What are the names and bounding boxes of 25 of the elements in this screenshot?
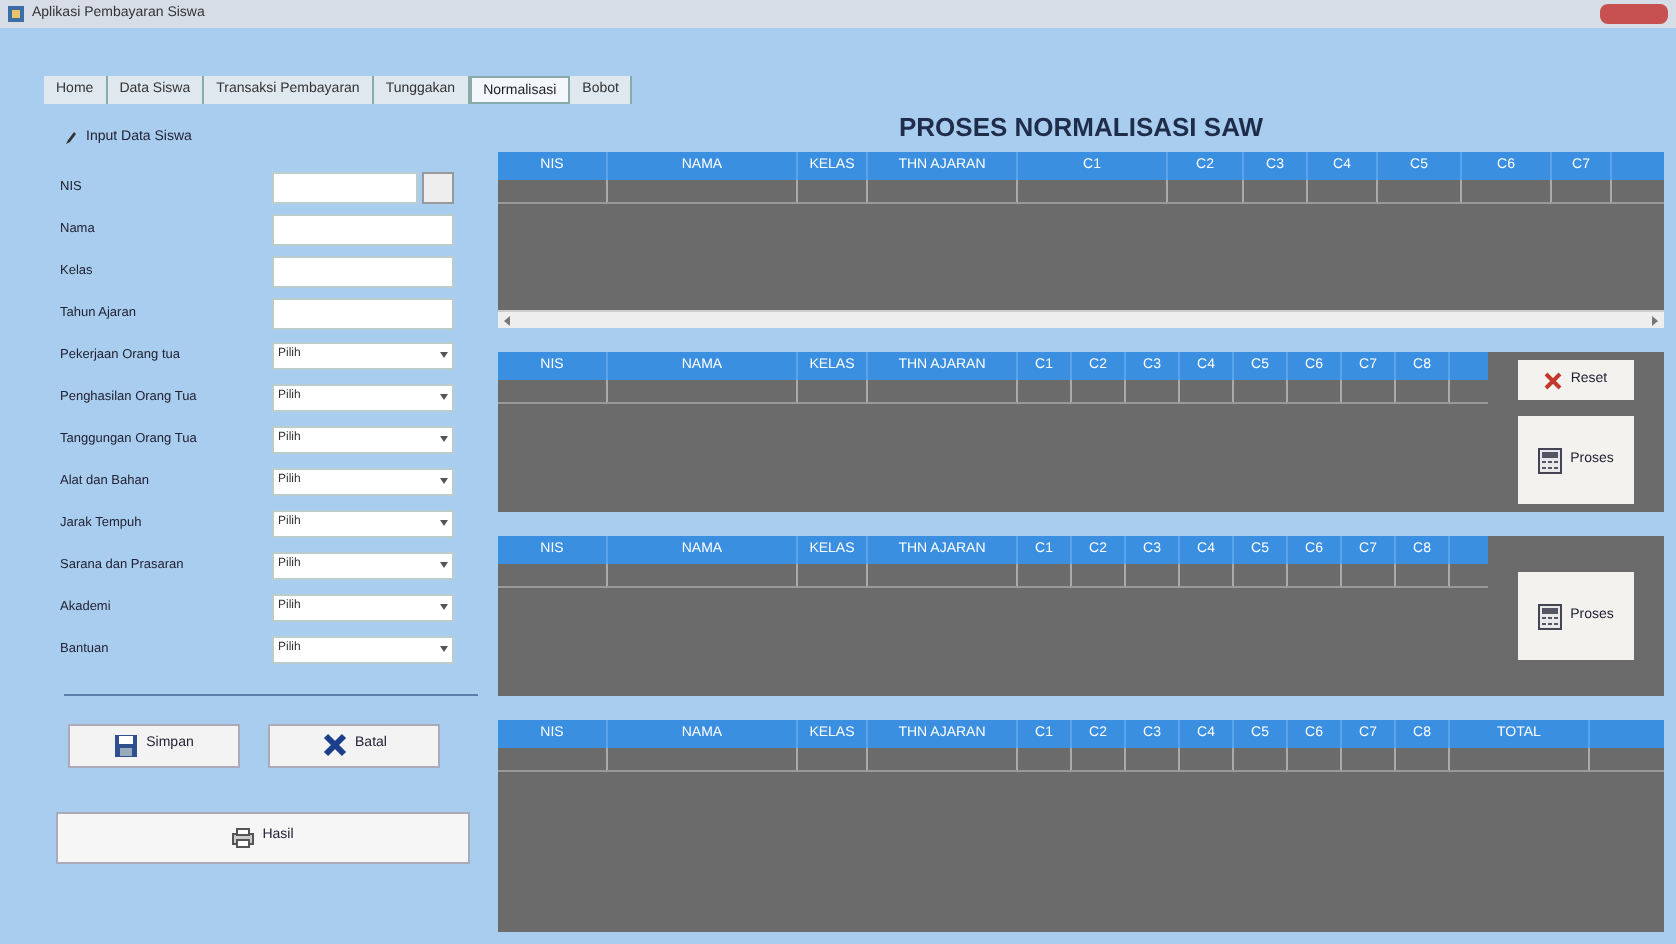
- calculator-icon: [1538, 447, 1563, 473]
- calculator-icon: [1538, 603, 1563, 629]
- caret-icon: [440, 394, 448, 400]
- close-button[interactable]: [1600, 4, 1668, 24]
- nis-field[interactable]: [272, 171, 418, 203]
- printer-icon: [232, 827, 255, 847]
- left-arrow-icon: [502, 315, 512, 325]
- caret-icon: [440, 646, 448, 652]
- caret-icon: [440, 520, 448, 526]
- input-field[interactable]: [272, 297, 454, 329]
- caret-icon: [440, 436, 448, 442]
- horizontal-scrollbar[interactable]: [498, 310, 1664, 328]
- input-field[interactable]: [272, 213, 454, 245]
- input-field[interactable]: [272, 255, 454, 287]
- right-arrow-icon: [1650, 315, 1660, 325]
- caret-icon: [440, 478, 448, 484]
- caret-icon: [440, 352, 448, 358]
- pencil-icon: [64, 130, 78, 147]
- app-icon: [8, 6, 24, 22]
- caret-icon: [440, 604, 448, 610]
- x-icon: [1544, 371, 1563, 389]
- heading: PROSES NORMALISASI SAW: [896, 110, 1266, 146]
- x-icon: [321, 732, 348, 758]
- caret-icon: [440, 562, 448, 568]
- browse-button[interactable]: [422, 171, 454, 203]
